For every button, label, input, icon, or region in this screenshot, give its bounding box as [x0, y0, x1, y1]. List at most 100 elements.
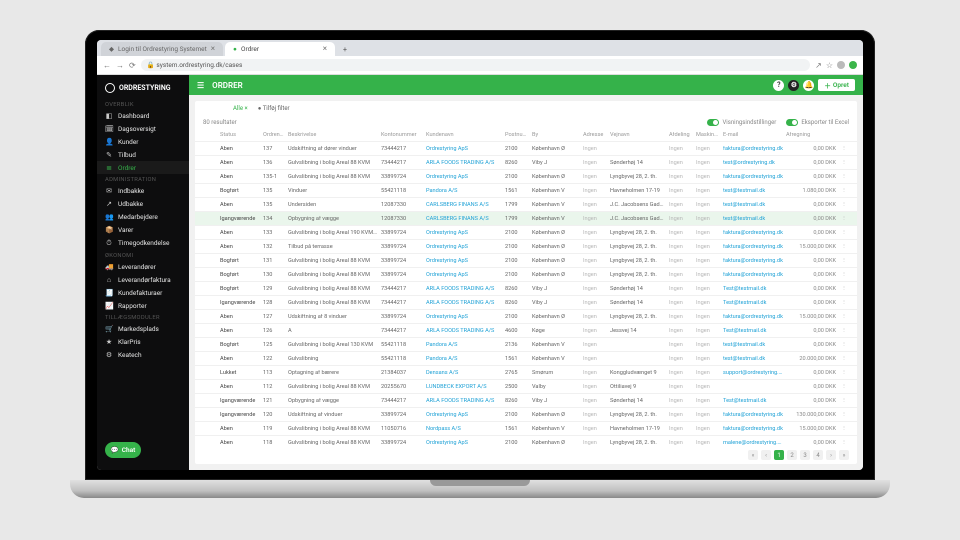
forward-icon[interactable]: → — [116, 61, 124, 70]
row-menu-icon[interactable]: ⋮ — [839, 412, 849, 418]
table-row[interactable]: Bogført125Gulvslibning i bolig Areal 130… — [195, 337, 857, 351]
browser-tab[interactable]: ◆ Login til Ordrestyring Systemet × — [101, 42, 223, 56]
column-header[interactable]: Afdeling — [669, 132, 693, 138]
table-row[interactable]: Åben127Udskiftning af 8 vinduer33899724O… — [195, 309, 857, 323]
cell-customer[interactable]: Ordrestyring ApS — [426, 174, 502, 180]
cell-customer[interactable]: ARLA FOODS TRADING A/S — [426, 160, 502, 166]
table-row[interactable]: Åben136Gulvslibning i bolig Areal 88 KVM… — [195, 155, 857, 169]
page-button[interactable]: ‹ — [761, 450, 771, 460]
cell-customer[interactable]: LUNDBECK EXPORT A/S — [426, 384, 502, 390]
sidebar-item[interactable]: 👤Kunder — [97, 135, 189, 148]
sidebar-item[interactable]: ⌂Leverandørfaktura — [97, 273, 189, 286]
column-header[interactable]: Maskinnavn — [696, 132, 720, 138]
row-menu-icon[interactable]: ⋮ — [839, 342, 849, 348]
table-row[interactable]: Bogført129Gulvslibning i bolig Areal 88 … — [195, 281, 857, 295]
cell-email[interactable]: test@ordrestyring.dk — [723, 160, 783, 166]
table-row[interactable]: Bogført135Vinduer55421118Pandora A/S1561… — [195, 183, 857, 197]
row-menu-icon[interactable]: ⋮ — [839, 426, 849, 432]
table-row[interactable]: Igangværende120Udskiftning af vinduer338… — [195, 407, 857, 421]
extension-icon[interactable] — [849, 61, 857, 69]
column-header[interactable]: Vejnavn — [610, 132, 666, 138]
cell-customer[interactable]: Ordrestyring ApS — [426, 412, 502, 418]
sidebar-item[interactable]: ✎Tilbud — [97, 148, 189, 161]
cell-email[interactable]: test@testmail.dk — [723, 202, 783, 208]
sidebar-item[interactable]: 🚚Leverandører — [97, 260, 189, 273]
cell-email[interactable]: test@testmail.dk — [723, 188, 783, 194]
row-menu-icon[interactable]: ⋮ — [839, 314, 849, 320]
cell-email[interactable]: faktura@ordrestyring.dk — [723, 146, 783, 152]
cell-email[interactable]: Test@testmail.dk — [723, 300, 783, 306]
table-row[interactable]: Åben135-1Gulvslibning i bolig Areal 88 K… — [195, 169, 857, 183]
table-row[interactable]: Igangværende128Gulvslibning i bolig Area… — [195, 295, 857, 309]
cell-customer[interactable]: CARLSBERG FINANS A/S — [426, 216, 502, 222]
cell-email[interactable]: faktura@ordrestyring.dk — [723, 230, 783, 236]
cell-customer[interactable]: ARLA FOODS TRADING A/S — [426, 286, 502, 292]
column-header[interactable]: Ordrenummer — [263, 132, 285, 138]
menu-icon[interactable]: ☰ — [197, 81, 204, 90]
table-row[interactable]: Igangværende134Opbygning af vægge1208733… — [195, 211, 857, 225]
brand-logo[interactable]: ORDRESTYRING — [97, 81, 189, 99]
sidebar-item[interactable]: ≣Ordrer — [97, 161, 189, 174]
cell-email[interactable]: faktura@ordrestyring.dk — [723, 314, 783, 320]
add-filter-button[interactable]: ● Tilføj filter — [258, 105, 290, 112]
row-menu-icon[interactable]: ⋮ — [839, 272, 849, 278]
sidebar-item[interactable]: ⚙Keatech — [97, 348, 189, 361]
column-header[interactable]: Status — [220, 132, 260, 138]
cell-customer[interactable]: ARLA FOODS TRADING A/S — [426, 398, 502, 404]
cell-customer[interactable]: Ordrestyring ApS — [426, 440, 502, 446]
cell-customer[interactable]: Ordrestyring ApS — [426, 146, 502, 152]
help-button[interactable]: ? — [773, 80, 784, 91]
column-header[interactable]: Kontonummer — [381, 132, 423, 138]
page-button[interactable]: 2 — [787, 450, 797, 460]
row-menu-icon[interactable]: ⋮ — [839, 286, 849, 292]
cell-customer[interactable]: ARLA FOODS TRADING A/S — [426, 300, 502, 306]
page-button[interactable]: 4 — [813, 450, 823, 460]
row-menu-icon[interactable]: ⋮ — [839, 216, 849, 222]
share-icon[interactable]: ↗ — [815, 61, 822, 70]
cell-email[interactable]: support@ordrestyring.dk — [723, 370, 783, 376]
star-icon[interactable]: ☆ — [826, 61, 833, 70]
create-button[interactable]: ＋ Opret — [818, 79, 855, 91]
close-icon[interactable]: × — [323, 45, 327, 53]
cell-customer[interactable]: Ordrestyring ApS — [426, 230, 502, 236]
cell-email[interactable]: Test@testmail.dk — [723, 286, 783, 292]
table-row[interactable]: Igangværende121Opbygning af vægge7344421… — [195, 393, 857, 407]
reload-icon[interactable]: ⟳ — [129, 61, 136, 70]
export-excel-toggle[interactable]: Eksporter til Excel — [786, 119, 849, 126]
view-settings-toggle[interactable]: Visningsindstillinger — [707, 119, 776, 126]
row-menu-icon[interactable]: ⋮ — [839, 440, 849, 446]
sidebar-item[interactable]: ★KlarPris — [97, 335, 189, 348]
profile-icon[interactable] — [837, 61, 845, 69]
page-button[interactable]: › — [826, 450, 836, 460]
row-menu-icon[interactable]: ⋮ — [839, 244, 849, 250]
column-header[interactable]: Beskrivelse — [288, 132, 378, 138]
url-field[interactable]: 🔒 system.ordrestyring.dk/cases — [141, 59, 810, 71]
cell-customer[interactable]: ARLA FOODS TRADING A/S — [426, 328, 502, 334]
column-header[interactable]: Afregning — [786, 132, 836, 138]
cell-customer[interactable]: Pandora A/S — [426, 356, 502, 362]
row-menu-icon[interactable]: ⋮ — [839, 398, 849, 404]
cell-customer[interactable]: CARLSBERG FINANS A/S — [426, 202, 502, 208]
table-row[interactable]: Åben135Undersiden12087330CARLSBERG FINAN… — [195, 197, 857, 211]
sidebar-item[interactable]: ⏱Timegodkendelse — [97, 236, 189, 250]
column-header[interactable]: Kundenavn — [426, 132, 502, 138]
cell-email[interactable]: test@testmail.dk — [723, 356, 783, 362]
sidebar-item[interactable]: 📈Rapporter — [97, 299, 189, 312]
table-row[interactable]: Åben122Gulvslibning55421118Pandora A/S15… — [195, 351, 857, 365]
sidebar-item[interactable]: ✉Indbakke — [97, 184, 189, 197]
row-menu-icon[interactable]: ⋮ — [839, 230, 849, 236]
row-menu-icon[interactable]: ⋮ — [839, 384, 849, 390]
cell-customer[interactable]: Ordrestyring ApS — [426, 272, 502, 278]
page-button[interactable]: « — [748, 450, 758, 460]
close-icon[interactable]: × — [211, 45, 215, 53]
row-menu-icon[interactable]: ⋮ — [839, 188, 849, 194]
cell-email[interactable]: faktura@ordrestyring.dk — [723, 272, 783, 278]
row-menu-icon[interactable]: ⋮ — [839, 202, 849, 208]
browser-tab[interactable]: ● Ordrer × — [225, 42, 335, 56]
cell-customer[interactable]: Pandora A/S — [426, 188, 502, 194]
cell-customer[interactable]: Nordpass A/S — [426, 426, 502, 432]
column-header[interactable]: By — [532, 132, 580, 138]
sidebar-item[interactable]: 👥Medarbejdere — [97, 210, 189, 223]
cell-email[interactable]: faktura@ordrestyring.dk — [723, 412, 783, 418]
cell-email[interactable]: faktura@ordrestyring.dk — [723, 244, 783, 250]
